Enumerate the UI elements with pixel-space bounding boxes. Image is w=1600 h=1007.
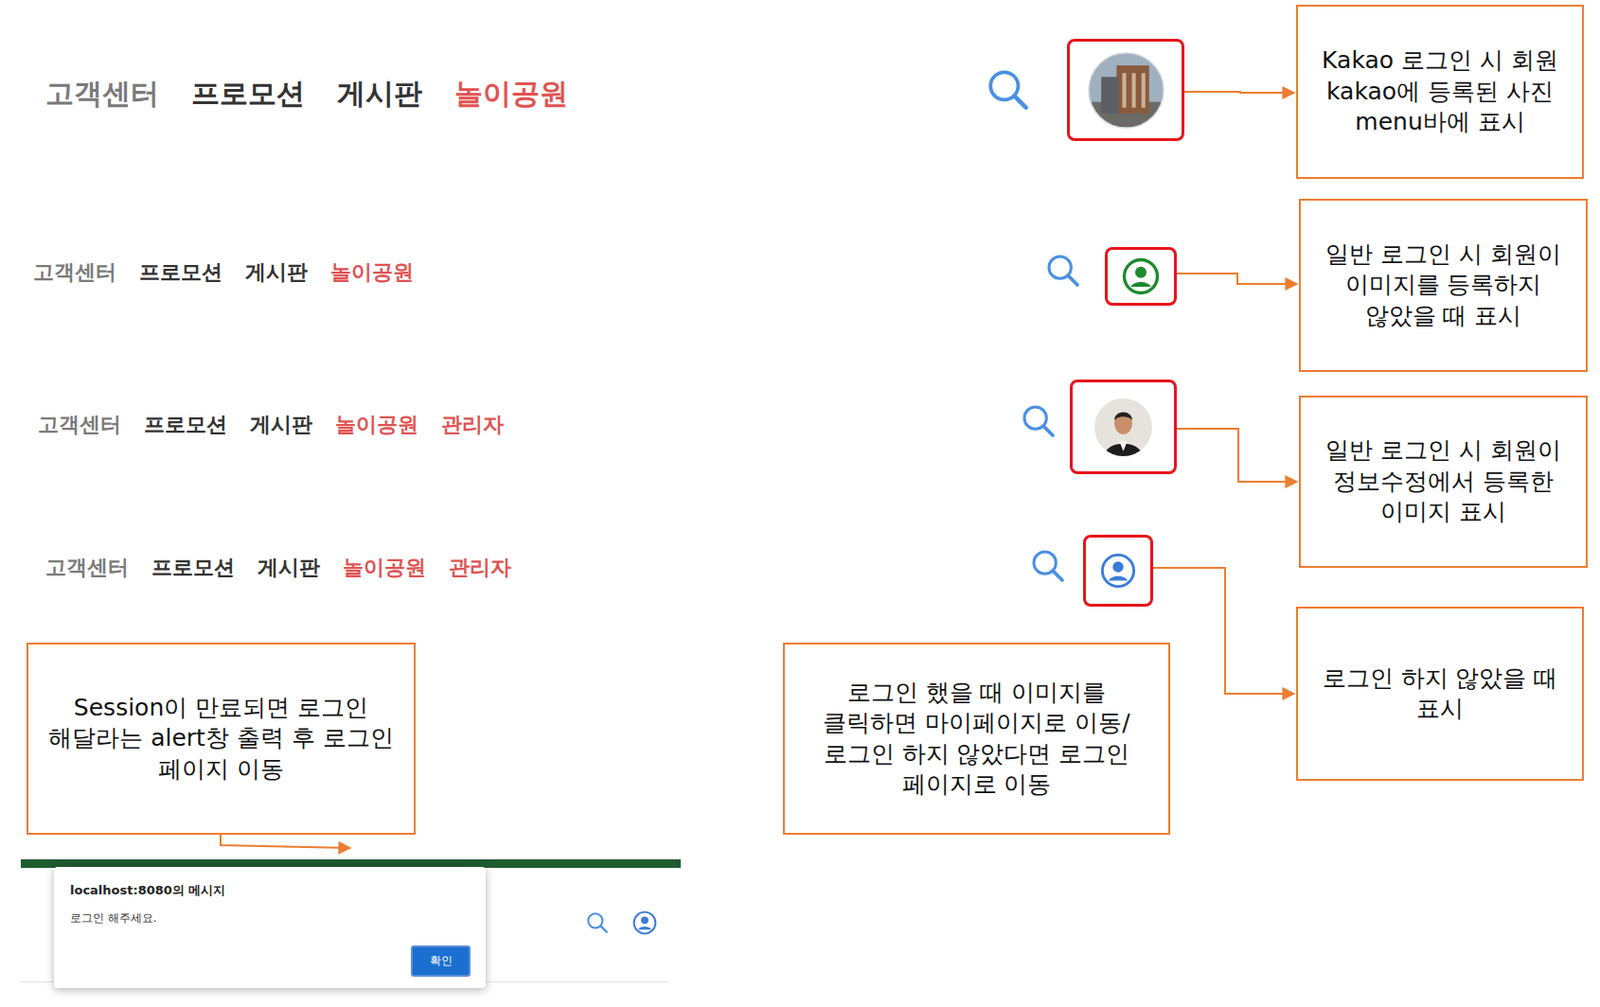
menu-item[interactable]: 프로모션 (143, 412, 228, 438)
connector-line (1176, 428, 1298, 482)
menu-item[interactable]: 게시판 (249, 412, 313, 438)
annotation-box: Kakao 로그인 시 회원 kakao에 등록된 사진 menu바에 표시 (1296, 4, 1584, 179)
profile-highlight (1083, 534, 1154, 607)
diagram-canvas: 고객센터프로모션게시판놀이공원고객센터프로모션게시판놀이공원고객센터프로모션게시… (0, 0, 1600, 1007)
menu-item[interactable]: 게시판 (245, 260, 308, 285)
ok-button[interactable]: 확인 (410, 945, 471, 978)
kakao-profile-photo-icon[interactable] (1087, 52, 1165, 129)
annotation-box: 일반 로그인 시 회원이 정보수정에서 등록한 이미지 표시 (1298, 395, 1588, 569)
connector-line (1153, 568, 1295, 694)
menu-item[interactable]: 관리자 (441, 412, 504, 438)
click-annotation-box: 로그인 했을 때 이미지를 클릭하면 마이페이지로 이동/ 로그인 하지 않았다… (782, 642, 1171, 836)
guest-user-icon[interactable] (632, 910, 658, 936)
menu-item[interactable]: 게시판 (257, 555, 320, 581)
alert-screenshot: localhost:8080의 메시지 로그인 해주세요. 확인 (20, 859, 681, 1002)
alert-message: 로그인 해주세요. (70, 910, 471, 927)
menu-item[interactable]: 놀이공원 (342, 555, 427, 581)
menu-bar: 고객센터 프로모션 게시판 놀이공원 관리자 (45, 555, 512, 581)
menu-item[interactable]: 고객센터 (45, 76, 160, 111)
menu-item[interactable]: 고객센터 (37, 412, 122, 438)
guest-user-icon[interactable] (1100, 552, 1137, 589)
alert-dialog: localhost:8080의 메시지 로그인 해주세요. 확인 (53, 867, 486, 989)
session-annotation-box: Session이 만료되면 로그인 해달라는 alert창 출력 후 로그인 페… (26, 642, 416, 836)
search-icon[interactable] (1019, 402, 1058, 441)
connector-line (1176, 273, 1298, 285)
menu-item[interactable]: 고객센터 (33, 260, 117, 285)
menu-item[interactable]: 프로모션 (139, 260, 223, 285)
menu-bar: 고객센터 프로모션 게시판 놀이공원 (45, 76, 569, 111)
menu-item[interactable]: 프로모션 (151, 555, 235, 581)
menu-bar: 고객센터 프로모션 게시판 놀이공원 관리자 (37, 412, 504, 438)
menu-item[interactable]: 놀이공원 (454, 76, 569, 111)
menu-item[interactable]: 관리자 (448, 555, 512, 581)
search-icon[interactable] (585, 910, 610, 936)
search-icon[interactable] (1029, 547, 1067, 586)
alert-origin: localhost:8080의 메시지 (70, 882, 471, 900)
profile-highlight (1104, 247, 1177, 306)
header-icons (585, 910, 658, 936)
default-user-icon[interactable] (1121, 257, 1160, 296)
profile-highlight (1069, 379, 1177, 475)
menu-item[interactable]: 프로모션 (191, 76, 305, 111)
menu-item[interactable]: 게시판 (337, 76, 423, 111)
menu-item[interactable]: 놀이공원 (335, 412, 419, 438)
menu-item[interactable]: 놀이공원 (330, 260, 414, 285)
connector-line (1184, 91, 1295, 93)
connector-line (220, 835, 351, 849)
search-icon[interactable] (984, 66, 1032, 114)
profile-highlight (1066, 38, 1185, 142)
uploaded-profile-photo-icon[interactable] (1093, 397, 1154, 458)
menu-item[interactable]: 고객센터 (45, 555, 129, 581)
annotation-box: 일반 로그인 시 회원이 이미지를 등록하지 않았을 때 표시 (1298, 198, 1588, 373)
annotation-box: 로그인 하지 않았을 때 표시 (1296, 606, 1584, 782)
menu-bar: 고객센터 프로모션 게시판 놀이공원 (33, 260, 414, 285)
search-icon[interactable] (1044, 251, 1083, 290)
